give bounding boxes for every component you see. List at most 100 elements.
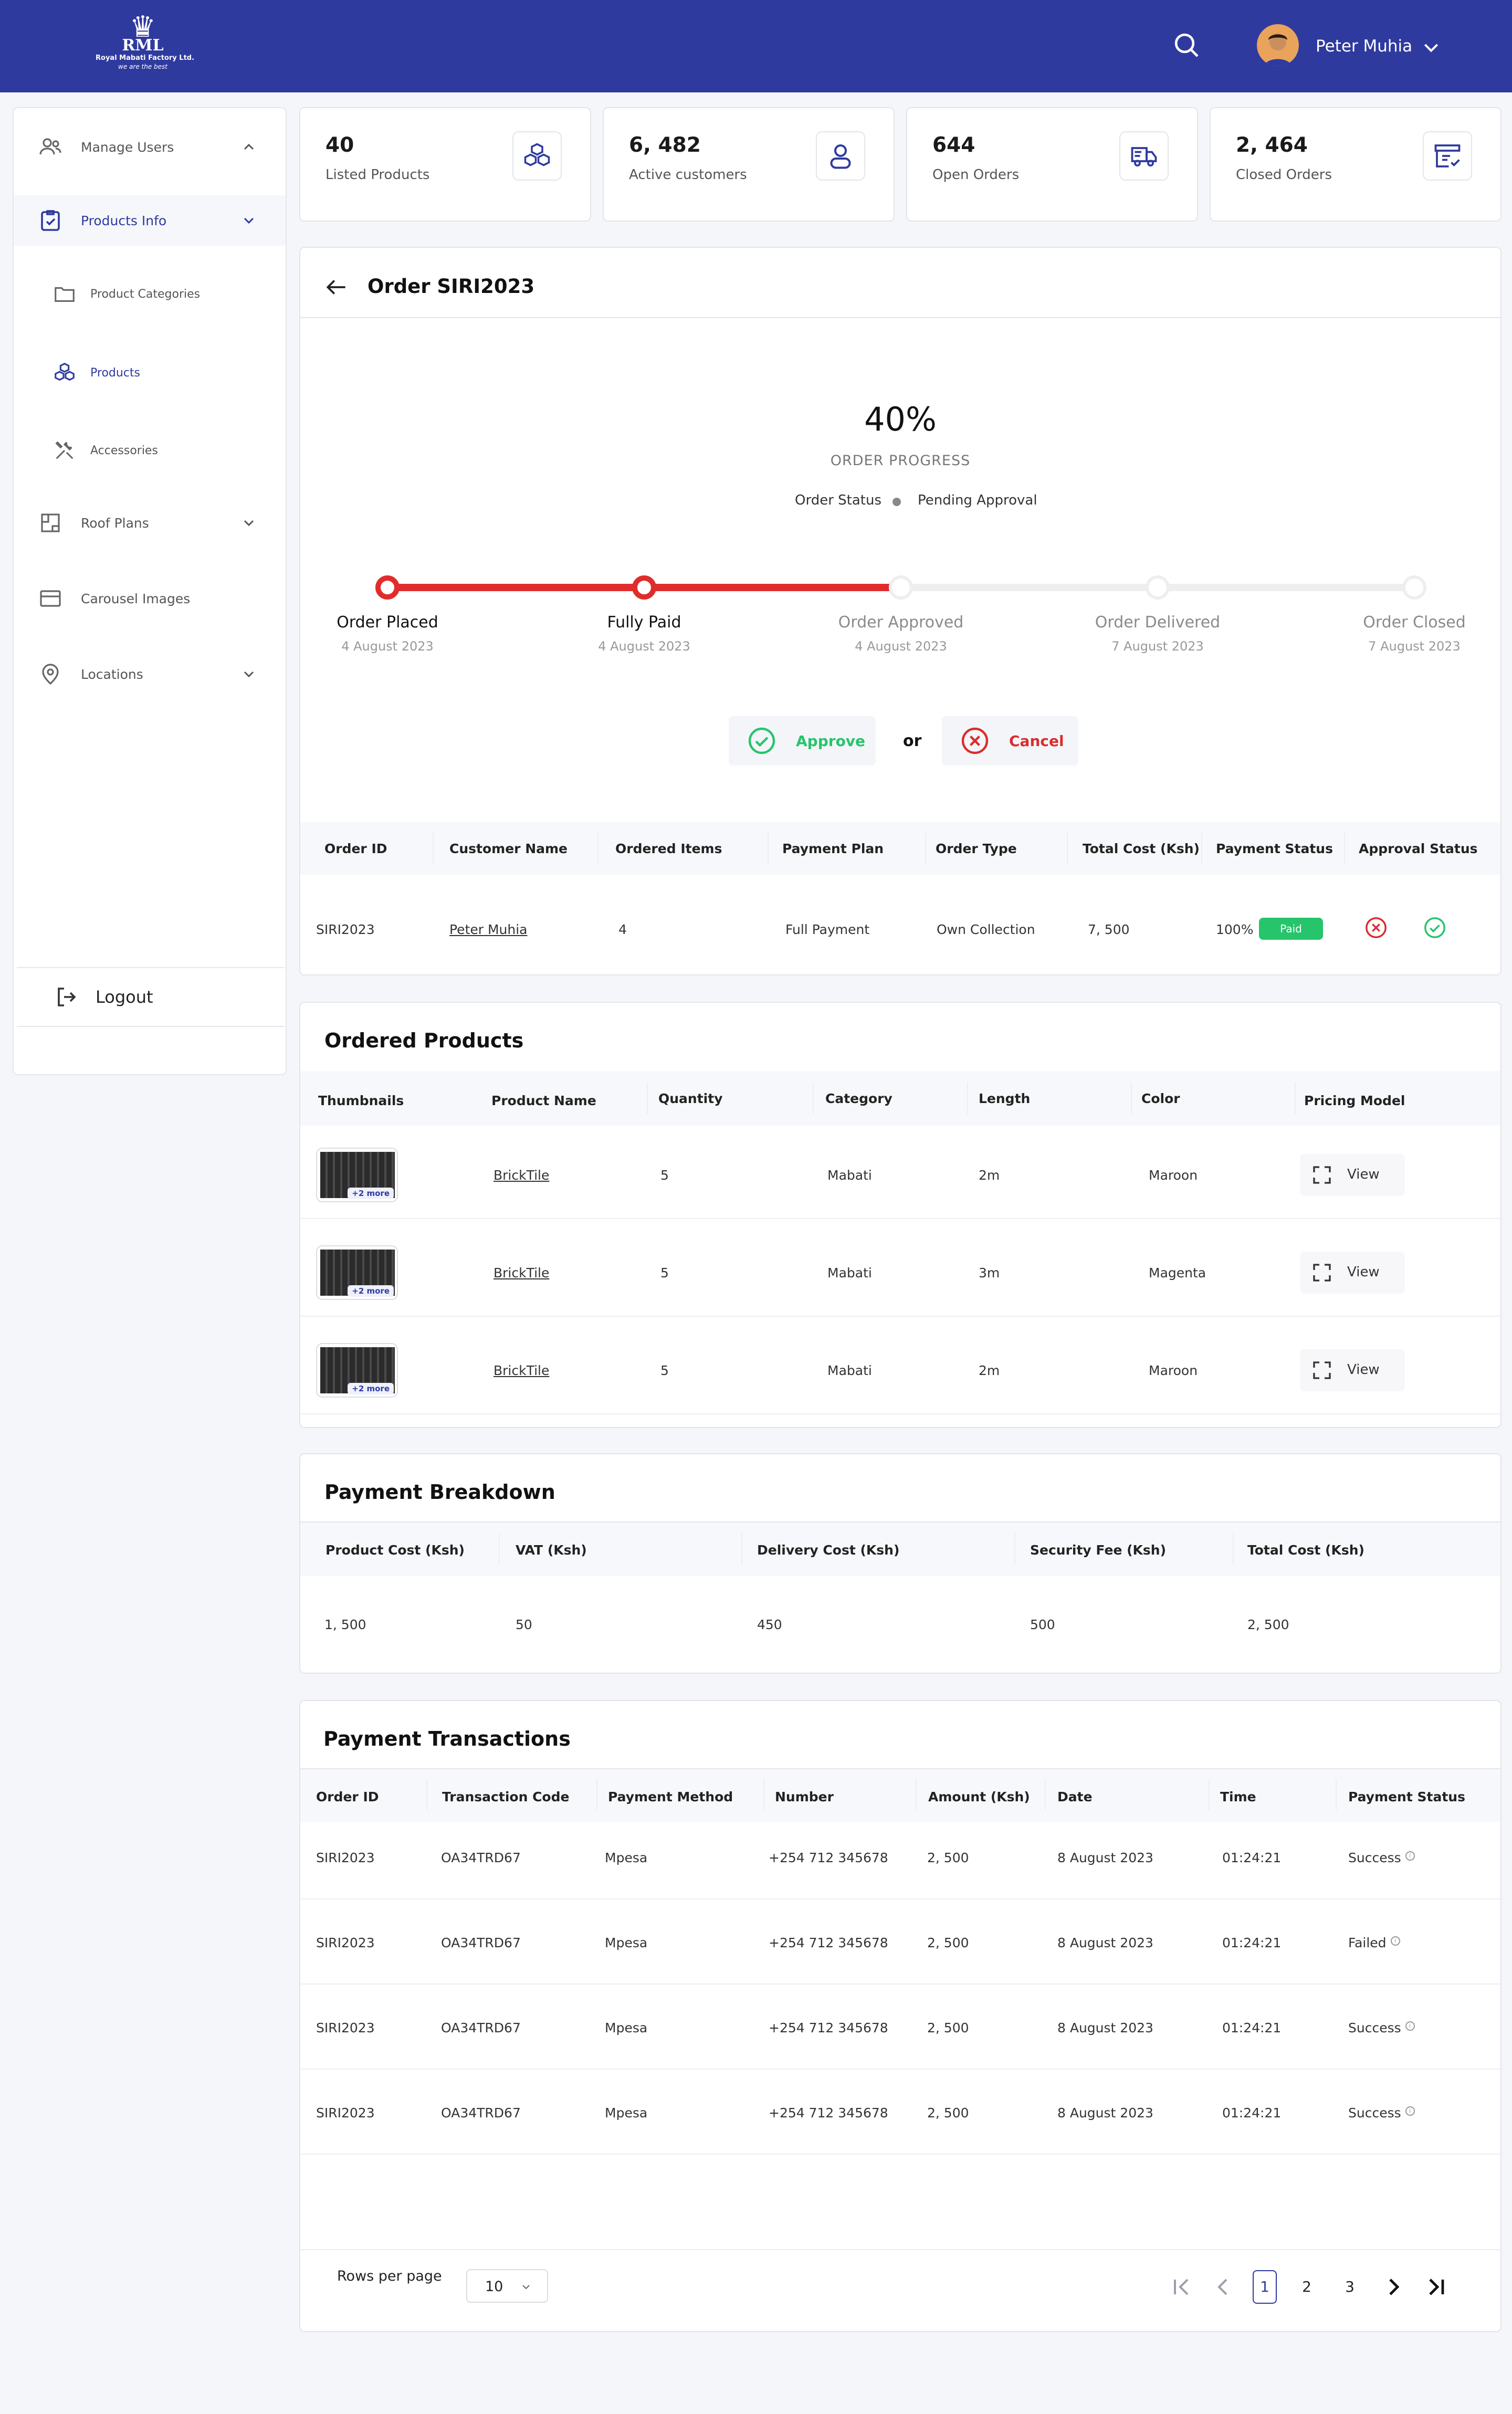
- step-date: 7 August 2023: [1111, 639, 1204, 654]
- step-order-closed: Order Closed 7 August 2023: [1341, 613, 1488, 654]
- product-thumbnail[interactable]: +2 more: [316, 1245, 398, 1300]
- expand-icon: [1313, 1264, 1331, 1282]
- category: Mabati: [827, 1168, 872, 1183]
- search-icon[interactable]: [1172, 30, 1201, 60]
- column-divider: [925, 833, 926, 864]
- reject-icon[interactable]: [1364, 916, 1388, 940]
- sidebar-item-roof-plans[interactable]: Roof Plans: [14, 498, 286, 548]
- user-name[interactable]: Peter Muhia: [1316, 36, 1412, 57]
- view-pricing-button[interactable]: View: [1300, 1252, 1405, 1294]
- previous-page-icon[interactable]: [1211, 2270, 1236, 2304]
- color: Maroon: [1149, 1168, 1198, 1183]
- cubes-icon: [55, 363, 75, 381]
- cubes-icon: [512, 131, 562, 181]
- date: 8 August 2023: [1057, 1935, 1153, 1950]
- approve-label: Approve: [796, 732, 866, 750]
- sidebar-item-manage-users[interactable]: Manage Users: [14, 122, 286, 172]
- footer-divider: [300, 2249, 1500, 2250]
- page-button-3[interactable]: 3: [1338, 2270, 1362, 2304]
- column-divider: [1067, 833, 1068, 864]
- sidebar-item-carousel-images[interactable]: Carousel Images: [14, 573, 286, 624]
- last-page-icon[interactable]: [1424, 2270, 1449, 2304]
- logout-button[interactable]: Logout: [17, 967, 285, 1027]
- row-divider: [300, 1218, 1500, 1219]
- first-page-icon[interactable]: [1169, 2270, 1194, 2304]
- step-label: Order Delivered: [1095, 613, 1221, 632]
- row-divider: [300, 1316, 1500, 1317]
- column-divider: [768, 833, 769, 864]
- sidebar-item-products[interactable]: Products: [14, 348, 286, 398]
- info-icon[interactable]: i: [1405, 2021, 1415, 2031]
- column-header: Payment Method: [608, 1789, 733, 1804]
- check-circle-icon: [748, 727, 775, 754]
- avatar[interactable]: [1257, 24, 1299, 66]
- column-header: Order ID: [324, 841, 387, 856]
- closed-box-icon: [1423, 131, 1472, 181]
- logo-tagline: we are the best: [118, 63, 167, 70]
- stat-label: Active customers: [629, 167, 747, 183]
- sidebar-item-products-info[interactable]: Products Info: [14, 195, 286, 246]
- info-icon[interactable]: i: [1405, 2106, 1415, 2116]
- row-divider: [300, 2069, 1500, 2070]
- cancel-button[interactable]: Cancel: [942, 716, 1078, 765]
- company-logo[interactable]: ♛ RML Royal Mabati Factory Ltd. we are t…: [96, 13, 194, 80]
- stat-card-open-orders: 644 Open Orders: [906, 107, 1198, 222]
- page-button-1[interactable]: 1: [1253, 2270, 1277, 2304]
- sidebar-item-accessories[interactable]: Accessories: [14, 425, 286, 476]
- more-images-badge: +2 more: [348, 1285, 394, 1297]
- approve-icon[interactable]: [1423, 916, 1447, 940]
- step-label: Order Approved: [838, 613, 964, 632]
- chevron-up-icon[interactable]: [240, 139, 257, 155]
- next-page-icon[interactable]: [1381, 2270, 1406, 2304]
- chevron-down-icon[interactable]: [240, 515, 257, 531]
- column-header: Category: [825, 1091, 892, 1106]
- security-fee: 500: [1030, 1617, 1055, 1632]
- customer-name-link[interactable]: Peter Muhia: [449, 922, 528, 937]
- view-label: View: [1347, 1264, 1380, 1280]
- view-pricing-button[interactable]: View: [1300, 1154, 1405, 1196]
- sidebar-item-product-categories[interactable]: Product Categories: [14, 269, 286, 319]
- view-pricing-button[interactable]: View: [1300, 1349, 1405, 1391]
- or-label: or: [903, 732, 922, 750]
- page-button-2[interactable]: 2: [1295, 2270, 1319, 2304]
- chevron-down-icon[interactable]: [240, 212, 257, 229]
- product-name-link[interactable]: BrickTile: [494, 1363, 549, 1378]
- sidebar-item-label: Carousel Images: [81, 591, 191, 606]
- products-table-header: Thumbnails Product Name Quantity Categor…: [300, 1071, 1500, 1126]
- info-icon[interactable]: i: [1405, 1851, 1415, 1861]
- payment-plan: Full Payment: [785, 922, 870, 937]
- sidebar-item-locations[interactable]: Locations: [14, 649, 286, 699]
- location-pin-icon: [42, 664, 59, 685]
- transaction-code: OA34TRD67: [441, 2020, 521, 2035]
- step-order-approved: Order Approved 4 August 2023: [827, 613, 974, 654]
- color: Maroon: [1149, 1363, 1198, 1378]
- phone-number: +254 712 345678: [769, 1935, 888, 1950]
- product-thumbnail[interactable]: +2 more: [316, 1148, 398, 1202]
- column-divider: [597, 833, 598, 864]
- rows-per-page-select[interactable]: 10: [466, 2269, 548, 2303]
- column-divider: [426, 1779, 427, 1810]
- progress-percentage: 40%: [864, 400, 937, 438]
- status-text: Success: [1348, 1850, 1401, 1865]
- product-name-link[interactable]: BrickTile: [494, 1265, 549, 1281]
- transaction-code: OA34TRD67: [441, 1935, 521, 1950]
- product-name-link[interactable]: BrickTile: [494, 1168, 549, 1183]
- breakdown-table-header: Product Cost (Ksh) VAT (Ksh) Delivery Co…: [300, 1523, 1500, 1576]
- row-divider: [300, 1413, 1500, 1414]
- chevron-down-icon[interactable]: [240, 666, 257, 683]
- column-header: Number: [775, 1789, 834, 1804]
- column-divider: [433, 833, 434, 864]
- approve-button[interactable]: Approve: [729, 716, 876, 765]
- sidebar: Manage Users Products Info Product Categ…: [13, 107, 287, 1075]
- column-header: Quantity: [658, 1091, 723, 1106]
- order-status-label: Order Status: [795, 492, 882, 508]
- chevron-down-icon[interactable]: [1421, 37, 1442, 58]
- column-header: Pricing Model: [1304, 1093, 1405, 1108]
- column-header: Payment Status: [1348, 1789, 1465, 1804]
- info-icon[interactable]: i: [1390, 1936, 1400, 1946]
- column-header: Security Fee (Ksh): [1030, 1542, 1167, 1558]
- quantity: 5: [660, 1168, 669, 1183]
- product-thumbnail[interactable]: +2 more: [316, 1343, 398, 1398]
- back-arrow-icon[interactable]: [323, 274, 350, 300]
- paid-percentage: 100%: [1216, 922, 1254, 937]
